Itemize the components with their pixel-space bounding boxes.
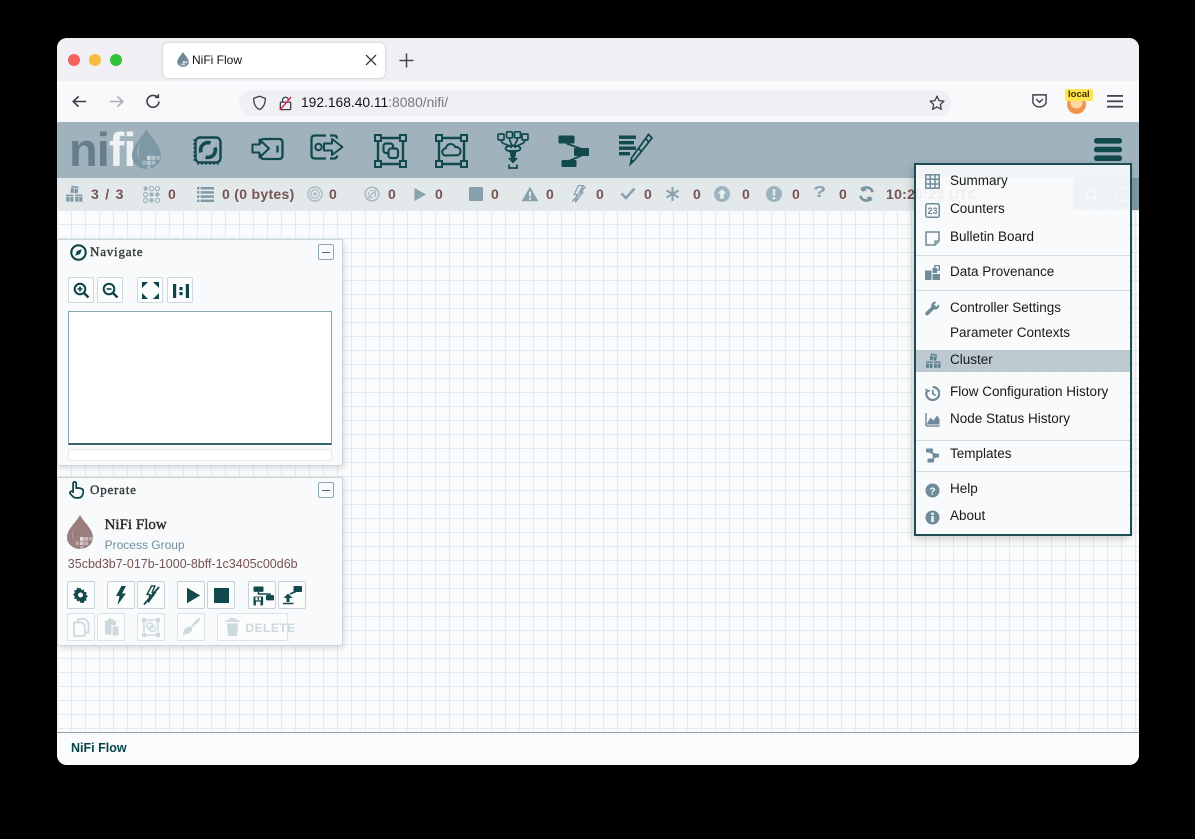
svg-text:23: 23 <box>927 206 937 216</box>
svg-text:?: ? <box>929 485 935 497</box>
